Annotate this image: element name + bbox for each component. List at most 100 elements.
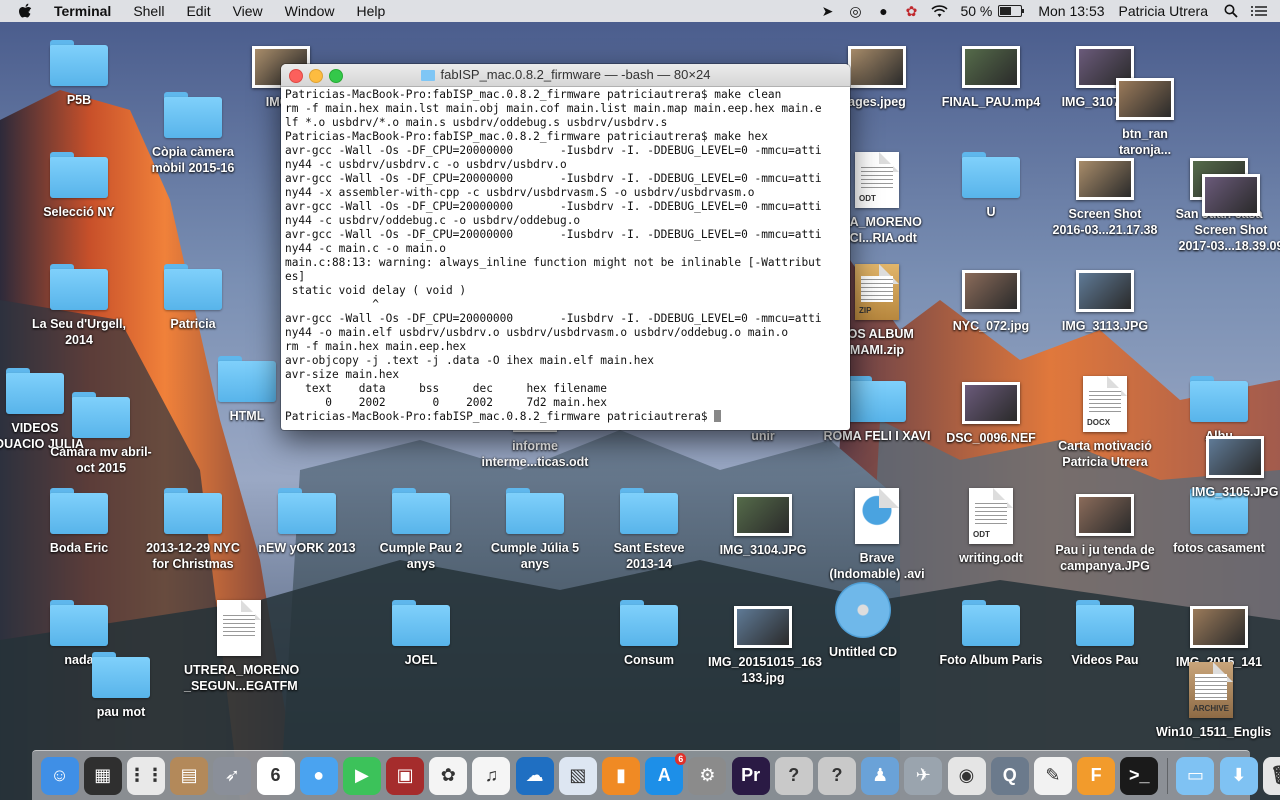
- desktop-item[interactable]: Selecció NY: [24, 152, 134, 220]
- photos-icon[interactable]: ✿: [429, 756, 468, 795]
- battery-icon[interactable]: [998, 5, 1025, 17]
- unknown-app-icon[interactable]: ?: [774, 756, 813, 795]
- system-preferences-icon[interactable]: ⚙: [688, 756, 727, 795]
- desktop-item[interactable]: Screen Shot 2017-03...18.39.09: [1176, 168, 1280, 254]
- user-name[interactable]: Patricia Utrera: [1119, 0, 1208, 22]
- desktop-item[interactable]: Untitled CD: [808, 582, 918, 660]
- desktop-item[interactable]: btn_ran taronja...: [1090, 72, 1200, 158]
- photo-booth-icon[interactable]: ▦: [83, 756, 122, 795]
- menu-window[interactable]: Window: [285, 0, 335, 22]
- messages-icon[interactable]: ●: [299, 756, 338, 795]
- notification-bubble-icon[interactable]: ●: [872, 0, 894, 22]
- photo-slideshow-icon[interactable]: ▣: [386, 756, 425, 795]
- desktop-item[interactable]: JOEL: [366, 600, 476, 668]
- desktop-item[interactable]: NYC_072.jpg: [936, 264, 1046, 334]
- terminal-output[interactable]: Patricias-MacBook-Pro:fabISP_mac.0.8.2_f…: [285, 88, 846, 426]
- premiere-icon[interactable]: Pr: [731, 756, 770, 795]
- desktop-item[interactable]: P5B: [24, 40, 134, 108]
- fusion360-icon[interactable]: F: [1077, 756, 1116, 795]
- menu-shell[interactable]: Shell: [133, 0, 164, 22]
- desktop-item[interactable]: IMG_3105.JPG: [1180, 430, 1280, 500]
- desktop-item[interactable]: DOCX Carta motivació Patricia Utrera: [1050, 376, 1160, 470]
- openoffice-icon[interactable]: ☁: [515, 756, 554, 795]
- desktop-item[interactable]: La Seu d'Urgell, 2014: [24, 264, 134, 348]
- notification-center-icon[interactable]: [1248, 0, 1270, 22]
- downloads-folder-icon[interactable]: ⬇: [1219, 756, 1258, 795]
- finder-icon[interactable]: ☺: [40, 756, 79, 795]
- desktop-item[interactable]: Cumple Pau 2 anys: [366, 488, 476, 572]
- spotlight-search-icon[interactable]: [1220, 0, 1242, 22]
- desktop-item[interactable]: Videos Pau: [1050, 600, 1160, 668]
- clock[interactable]: Mon 13:53: [1038, 0, 1104, 22]
- calendar-icon[interactable]: 6: [256, 756, 295, 795]
- desktop-item[interactable]: Càmara mv abril- oct 2015: [46, 392, 156, 476]
- desktop-item-label: Carta motivació Patricia Utrera: [1058, 439, 1152, 469]
- desktop-item[interactable]: ARCHIVE Win10_1511_Englis: [1156, 662, 1271, 740]
- desktop-item[interactable]: Boda Eric: [24, 488, 134, 556]
- quicktime-icon[interactable]: Q: [990, 756, 1029, 795]
- folder-icon: [392, 600, 450, 646]
- unknown-app-icon-2[interactable]: ?: [817, 756, 856, 795]
- apple-menu-icon[interactable]: [18, 0, 38, 22]
- desktop-item[interactable]: Cumple Júlia 5 anys: [480, 488, 590, 572]
- desktop-item[interactable]: U: [936, 152, 1046, 220]
- dock-glyph: ⬇: [1231, 765, 1247, 785]
- migration-icon[interactable]: ♟: [861, 756, 900, 795]
- menu-edit[interactable]: Edit: [186, 0, 210, 22]
- trash-icon[interactable]: 🗑: [1262, 756, 1280, 795]
- desktop-item-label: UTRERA_MORENO _SEGUN...EGATFM: [184, 663, 300, 693]
- network-utility-icon[interactable]: ✈: [904, 756, 943, 795]
- menu-view[interactable]: View: [233, 0, 263, 22]
- terminal-line: rm -f main.hex main.lst main.obj main.co…: [285, 102, 822, 115]
- facetime-icon[interactable]: ▶: [342, 756, 381, 795]
- desktop-item[interactable]: DSC_0096.NEF: [936, 376, 1046, 446]
- desktop-item-label: Boda Eric: [49, 541, 109, 555]
- desktop-item[interactable]: IMG_20151015_163 133.jpg: [708, 600, 822, 686]
- ibooks-icon[interactable]: ▮: [602, 756, 641, 795]
- folder-icon: [50, 600, 108, 646]
- chrome-icon[interactable]: ◉: [947, 756, 986, 795]
- itunes-icon[interactable]: ♫: [472, 756, 511, 795]
- desktop-item[interactable]: Screen Shot 2016-03...21.17.38: [1050, 152, 1160, 238]
- desktop-item[interactable]: Patricia: [138, 264, 248, 332]
- desktop-item[interactable]: UTRERA_MORENO _SEGUN...EGATFM: [184, 600, 300, 694]
- wifi-icon[interactable]: [928, 0, 950, 22]
- desktop-item[interactable]: Pau i ju tenda de campanya.JPG: [1050, 488, 1160, 574]
- desktop-item[interactable]: ODT writing.odt: [936, 488, 1046, 566]
- desktop-item-label: IMG_3104.JPG: [719, 543, 807, 557]
- applications-folder-icon[interactable]: ▭: [1176, 756, 1215, 795]
- desktop-item-label: ROMA FELI I XAVI: [823, 429, 931, 443]
- desktop-item[interactable]: Brave (Indomable) .avi: [822, 488, 932, 582]
- terminal-icon[interactable]: >_: [1120, 756, 1159, 795]
- image-icon: [734, 606, 792, 648]
- terminal-window[interactable]: fabISP_mac.0.8.2_firmware — -bash — 80×2…: [281, 64, 850, 430]
- menu-app-name[interactable]: Terminal: [54, 0, 111, 22]
- adobe-updates-icon[interactable]: ✿: [900, 0, 922, 22]
- close-window-button[interactable]: [289, 69, 303, 83]
- desktop-item[interactable]: nEW yORK 2013: [252, 488, 362, 556]
- desktop-item[interactable]: Sant Esteve 2013-14: [594, 488, 704, 572]
- menu-help[interactable]: Help: [356, 0, 385, 22]
- desktop-item[interactable]: FINAL_PAU.mp4: [936, 40, 1046, 110]
- contacts-icon[interactable]: ▤: [170, 756, 209, 795]
- launchpad-icon[interactable]: ⋮⋮: [126, 756, 165, 795]
- desktop-item[interactable]: IMG_3104.JPG: [708, 488, 818, 558]
- minimize-window-button[interactable]: [309, 69, 323, 83]
- desktop-item[interactable]: Consum: [594, 600, 704, 668]
- terminal-line: text data bss dec hex filename: [285, 382, 607, 395]
- desktop-item[interactable]: pau mot: [66, 652, 176, 720]
- document-lines: [223, 612, 255, 638]
- desktop-item[interactable]: IMG_3113.JPG: [1050, 264, 1160, 334]
- zoom-window-button[interactable]: [329, 69, 343, 83]
- textedit-icon[interactable]: ✎: [1033, 756, 1072, 795]
- creative-cloud-icon[interactable]: ◎: [844, 0, 866, 22]
- battery-percentage[interactable]: 50 %: [960, 0, 992, 22]
- rocket-icon[interactable]: ➶: [213, 756, 252, 795]
- app-store-icon[interactable]: A6: [645, 752, 687, 795]
- desktop-item[interactable]: 2013-12-29 NYC for Christmas: [138, 488, 248, 572]
- preview-icon[interactable]: ▧: [558, 756, 597, 795]
- terminal-titlebar[interactable]: fabISP_mac.0.8.2_firmware — -bash — 80×2…: [281, 64, 850, 87]
- desktop-item[interactable]: Foto Album Paris: [936, 600, 1046, 668]
- desktop-item-label: DSC_0096.NEF: [946, 431, 1036, 445]
- location-arrow-icon[interactable]: ➤: [816, 0, 838, 22]
